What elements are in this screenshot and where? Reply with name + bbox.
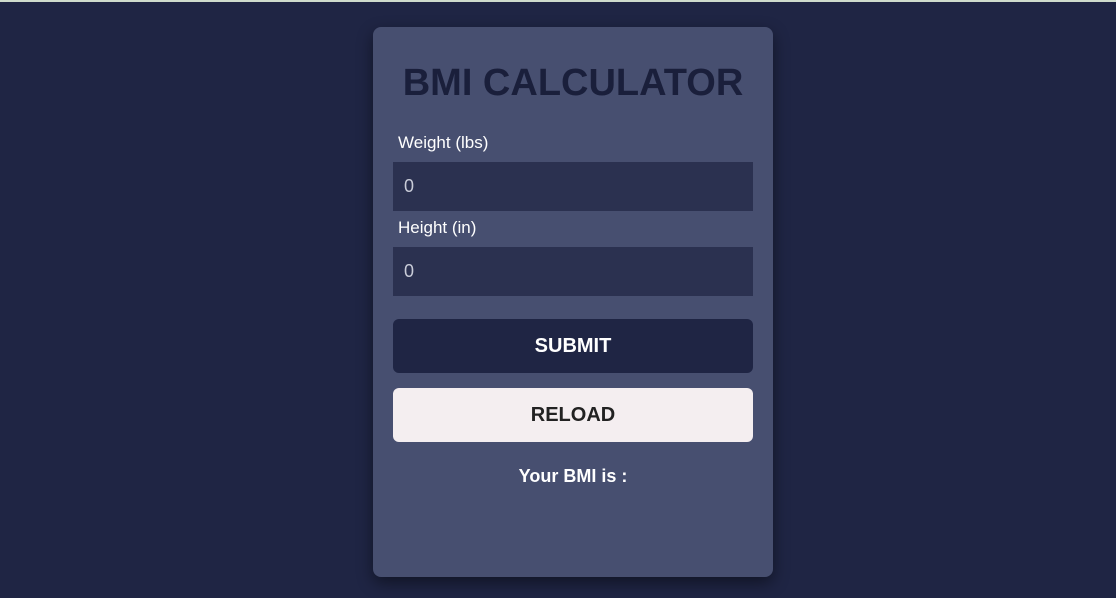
submit-button[interactable]: SUBMIT — [393, 319, 753, 373]
height-input[interactable] — [393, 247, 753, 296]
page-title: BMI CALCULATOR — [402, 62, 744, 104]
bmi-calculator-card: BMI CALCULATOR Weight (lbs) Height (in) … — [373, 27, 773, 577]
weight-input[interactable] — [393, 162, 753, 211]
weight-label: Weight (lbs) — [398, 133, 489, 152]
bmi-result-text: Your BMI is : — [518, 466, 628, 486]
reload-button[interactable]: RELOAD — [393, 388, 753, 442]
height-label: Height (in) — [398, 218, 477, 237]
browser-top-edge — [0, 0, 1116, 2]
